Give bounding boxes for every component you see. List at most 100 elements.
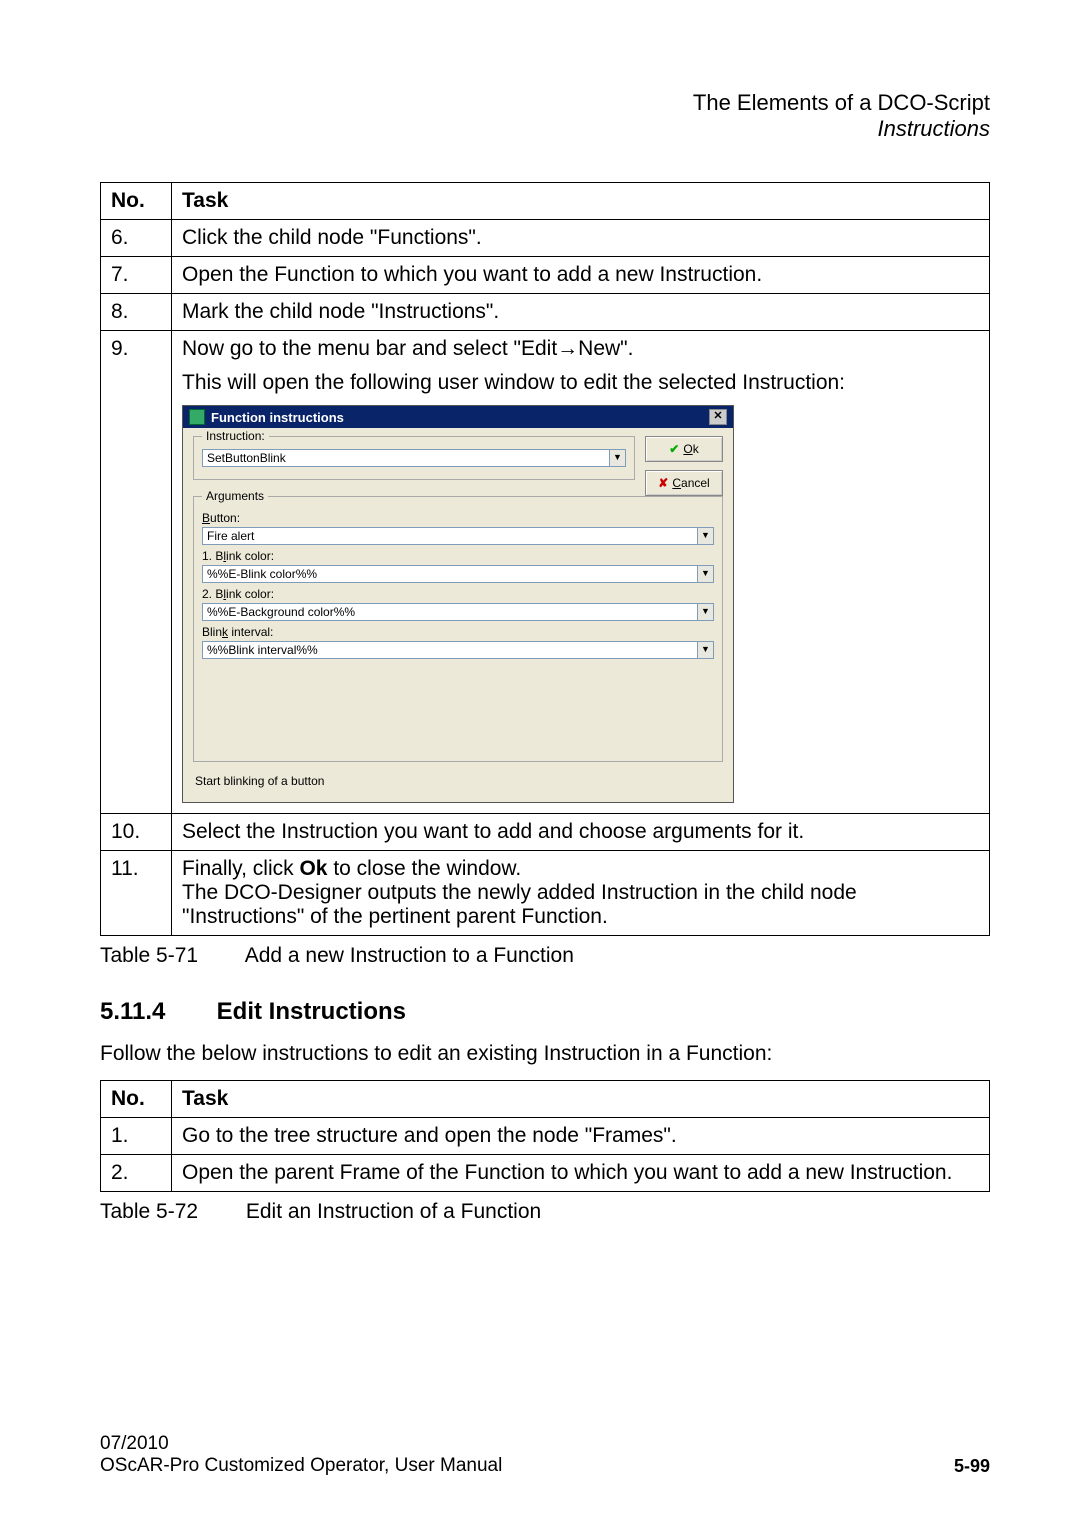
- row-no: 9.: [101, 331, 172, 814]
- page-header: The Elements of a DCO-Script Instruction…: [100, 90, 990, 142]
- row-no: 8.: [101, 294, 172, 331]
- row-no: 2.: [101, 1155, 172, 1192]
- row-task: Select the Instruction you want to add a…: [172, 814, 990, 851]
- row-no: 7.: [101, 257, 172, 294]
- row-no: 10.: [101, 814, 172, 851]
- section-heading: 5.11.4 Edit Instructions: [100, 998, 990, 1026]
- text: k: [693, 442, 699, 456]
- close-button[interactable]: ✕: [709, 409, 727, 425]
- instruction-group: Instruction: ▼: [193, 436, 635, 480]
- dropdown-button[interactable]: ▼: [698, 603, 714, 621]
- instruction-input[interactable]: [202, 449, 610, 467]
- blink-interval-label: Blink interval:: [202, 625, 714, 639]
- text: to close the window.: [327, 857, 521, 880]
- table-header-row: No. Task: [101, 1081, 990, 1118]
- blink-color-1-input[interactable]: [202, 565, 698, 583]
- footer-date: 07/2010: [100, 1433, 502, 1455]
- text: 1. B: [202, 549, 223, 563]
- text: interval:: [228, 625, 273, 639]
- table-row: 8. Mark the child node "Instructions".: [101, 294, 990, 331]
- text: The DCO-Designer outputs the newly added…: [182, 881, 857, 928]
- table-row: 6. Click the child node "Functions".: [101, 220, 990, 257]
- row-task: Click the child node "Functions".: [172, 220, 990, 257]
- table-row: 9. Now go to the menu bar and select "Ed…: [101, 331, 990, 814]
- x-icon: ✘: [658, 476, 668, 490]
- col-no-header: No.: [101, 183, 172, 220]
- text: O: [683, 442, 692, 456]
- section-intro: Follow the below instructions to edit an…: [100, 1042, 990, 1066]
- arrow-icon: →: [557, 337, 578, 360]
- text: nstruction:: [209, 429, 264, 443]
- cancel-button[interactable]: ✘ Cancel: [645, 470, 723, 496]
- row-task: Now go to the menu bar and select "Edit→…: [172, 331, 990, 814]
- check-icon: ✔: [669, 442, 679, 456]
- col-task-header: Task: [172, 1081, 990, 1118]
- dialog-status-text: Start blinking of a button: [193, 770, 723, 796]
- table-row: 1. Go to the tree structure and open the…: [101, 1118, 990, 1155]
- section-title: Edit Instructions: [217, 998, 406, 1025]
- blink-color-1-label: 1. Blink color:: [202, 549, 714, 563]
- table-row: 2. Open the parent Frame of the Function…: [101, 1155, 990, 1192]
- blink-interval-input[interactable]: [202, 641, 698, 659]
- footer-page-number: 5-99: [954, 1456, 990, 1477]
- table-row: 10. Select the Instruction you want to a…: [101, 814, 990, 851]
- row-task: Finally, click Ok to close the window. T…: [172, 851, 990, 936]
- text: New".: [578, 337, 633, 360]
- row-no: 6.: [101, 220, 172, 257]
- dropdown-button[interactable]: ▼: [698, 527, 714, 545]
- col-no-header: No.: [101, 1081, 172, 1118]
- row-no: 1.: [101, 1118, 172, 1155]
- blink-color-2-input[interactable]: [202, 603, 698, 621]
- step9-line1: Now go to the menu bar and select "Edit→…: [182, 337, 979, 361]
- arguments-group-legend: Arguments: [202, 489, 268, 503]
- dialog-titlebar: Function instructions ✕: [183, 406, 733, 428]
- table-header-row: No. Task: [101, 183, 990, 220]
- footer-doc-title: OScAR-Pro Customized Operator, User Manu…: [100, 1455, 502, 1477]
- blink-color-1-combo[interactable]: ▼: [202, 565, 714, 583]
- caption-text: Edit an Instruction of a Function: [246, 1200, 541, 1223]
- dialog-body: Instruction: ▼ ✔ Ok: [183, 428, 733, 802]
- ok-button[interactable]: ✔ Ok: [645, 436, 723, 462]
- row-task: Mark the child node "Instructions".: [172, 294, 990, 331]
- instruction-group-legend: Instruction:: [202, 429, 269, 443]
- text: ink color:: [226, 549, 274, 563]
- text: B: [202, 511, 210, 525]
- task-table-1: No. Task 6. Click the child node "Functi…: [100, 182, 990, 936]
- step9-line2: This will open the following user window…: [182, 371, 979, 395]
- section-number: 5.11.4: [100, 998, 210, 1026]
- page-footer: 07/2010 OScAR-Pro Customized Operator, U…: [100, 1433, 990, 1477]
- blink-interval-combo[interactable]: ▼: [202, 641, 714, 659]
- table-row: 7. Open the Function to which you want t…: [101, 257, 990, 294]
- text: Blin: [202, 625, 222, 639]
- text: Now go to the menu bar and select "Edit: [182, 337, 557, 360]
- text: ancel: [681, 476, 710, 490]
- dropdown-button[interactable]: ▼: [698, 641, 714, 659]
- text: ink color:: [226, 587, 274, 601]
- header-subtitle: Instructions: [100, 116, 990, 142]
- col-task-header: Task: [172, 183, 990, 220]
- blink-color-2-combo[interactable]: ▼: [202, 603, 714, 621]
- dropdown-button[interactable]: ▼: [610, 449, 626, 467]
- text: Ok: [299, 857, 327, 880]
- text: 2. B: [202, 587, 223, 601]
- function-instructions-dialog: Function instructions ✕ Instruction:: [182, 405, 734, 803]
- dropdown-button[interactable]: ▼: [698, 565, 714, 583]
- arguments-group: Arguments Button: ▼ 1. Blink color: ▼: [193, 496, 723, 762]
- button-input[interactable]: [202, 527, 698, 545]
- header-title: The Elements of a DCO-Script: [100, 90, 990, 116]
- blink-color-2-label: 2. Blink color:: [202, 587, 714, 601]
- text: C: [672, 476, 681, 490]
- text: Finally, click: [182, 857, 299, 880]
- instruction-combo[interactable]: ▼: [202, 449, 626, 467]
- table-caption-2: Table 5-72 Edit an Instruction of a Func…: [100, 1200, 990, 1224]
- table-caption-1: Table 5-71 Add a new Instruction to a Fu…: [100, 944, 990, 968]
- caption-number: Table 5-71: [100, 944, 240, 968]
- row-task: Open the parent Frame of the Function to…: [172, 1155, 990, 1192]
- app-icon: [189, 409, 205, 425]
- task-table-2: No. Task 1. Go to the tree structure and…: [100, 1080, 990, 1192]
- row-task: Open the Function to which you want to a…: [172, 257, 990, 294]
- button-label: Button:: [202, 511, 714, 525]
- table-row: 11. Finally, click Ok to close the windo…: [101, 851, 990, 936]
- row-no: 11.: [101, 851, 172, 936]
- button-combo[interactable]: ▼: [202, 527, 714, 545]
